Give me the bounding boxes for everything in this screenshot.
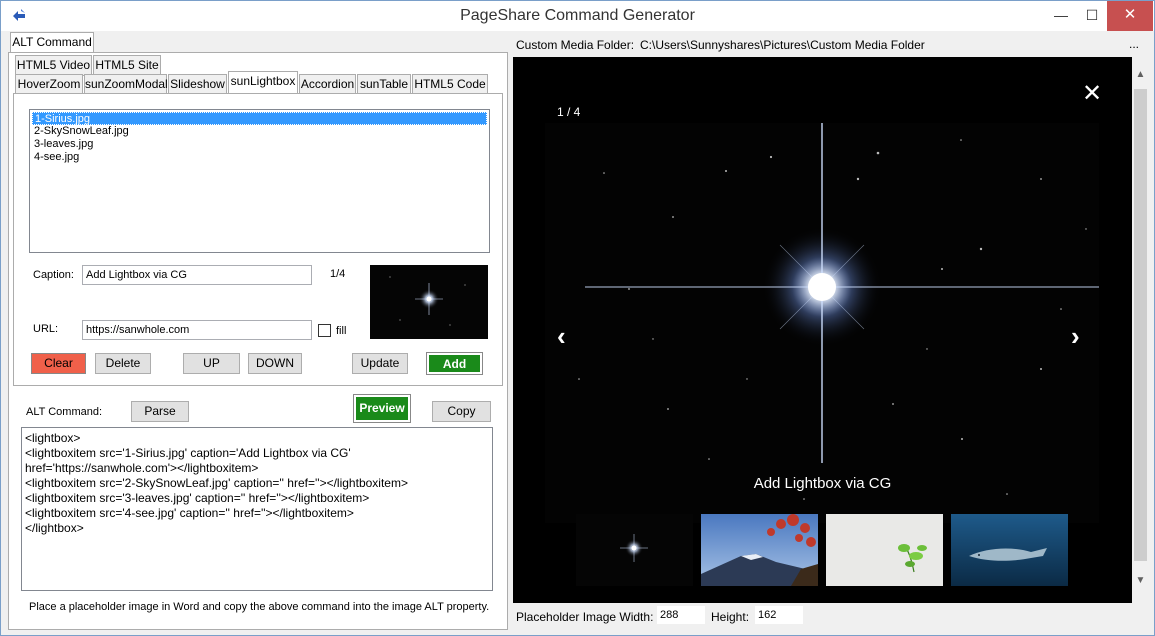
app-window: PageShare Command Generator — ☐ ✕ ALT Co… xyxy=(0,0,1155,636)
command-line: <lightboxitem src='3-leaves.jpg' caption… xyxy=(25,491,370,505)
placeholder-width-label: Placeholder Image Width: xyxy=(516,610,654,624)
command-line: <lightboxitem src='4-see.jpg' caption=''… xyxy=(25,506,354,520)
command-textarea[interactable]: <lightbox> <lightboxitem src='1-Sirius.j… xyxy=(21,427,493,591)
strip-thumbnail-1[interactable] xyxy=(576,514,693,586)
maximize-button[interactable]: ☐ xyxy=(1077,1,1107,31)
list-item[interactable]: 2-SkySnowLeaf.jpg xyxy=(32,125,487,138)
close-icon[interactable]: ✕ xyxy=(1082,79,1102,108)
caption-label: Caption: xyxy=(33,269,74,281)
lightbox-preview: 1 / 4 ✕ ‹ › Add Lightbox via CG xyxy=(513,57,1132,603)
tab-accordion[interactable]: Accordion xyxy=(299,74,356,95)
title-bar: PageShare Command Generator — ☐ ✕ xyxy=(1,1,1154,31)
scroll-thumb[interactable] xyxy=(1134,89,1147,561)
command-line: <lightboxitem src='1-Sirius.jpg' caption… xyxy=(25,446,351,460)
media-folder-label: Custom Media Folder: xyxy=(516,38,635,52)
preview-scrollbar[interactable]: ▲ ▼ xyxy=(1132,65,1149,593)
command-line: </lightbox> xyxy=(25,521,84,535)
list-item[interactable]: 1-Sirius.jpg xyxy=(32,112,487,125)
selected-image-thumbnail xyxy=(370,265,488,339)
lightbox-caption: Add Lightbox via CG xyxy=(753,475,892,492)
alt-command-label: ALT Command: xyxy=(26,406,103,418)
next-arrow-icon[interactable]: › xyxy=(1071,321,1080,352)
down-button[interactable]: DOWN xyxy=(248,353,302,374)
url-label: URL: xyxy=(33,323,59,335)
update-button[interactable]: Update xyxy=(352,353,408,374)
tab-hoverzoom[interactable]: HoverZoom xyxy=(15,74,83,95)
fill-label: fill xyxy=(336,325,347,337)
url-input[interactable]: https://sanwhole.com xyxy=(82,320,312,340)
lightbox-main-image xyxy=(545,123,1099,523)
strip-thumbnail-4[interactable] xyxy=(951,514,1068,586)
prev-arrow-icon[interactable]: ‹ xyxy=(557,321,566,352)
up-button[interactable]: UP xyxy=(183,353,240,374)
tab-sunlightbox[interactable]: sunLightbox xyxy=(228,71,298,95)
browse-folder-button[interactable]: ... xyxy=(1129,37,1139,51)
command-line: href='https://sanwhole.com'></lightboxit… xyxy=(25,461,259,475)
scroll-down-icon[interactable]: ▼ xyxy=(1132,575,1149,586)
tab-sunzoommodal[interactable]: sunZoomModal xyxy=(84,74,168,95)
tab-html5-code[interactable]: HTML5 Code xyxy=(412,74,488,95)
fill-checkbox[interactable] xyxy=(318,324,331,337)
command-hint: Place a placeholder image in Word and co… xyxy=(29,601,490,613)
command-line: <lightbox> xyxy=(25,431,81,445)
caption-input[interactable]: Add Lightbox via CG xyxy=(82,265,312,285)
tab-html5-site[interactable]: HTML5 Site xyxy=(93,55,161,76)
list-item[interactable]: 3-leaves.jpg xyxy=(32,138,487,151)
tab-slideshow[interactable]: Slideshow xyxy=(168,74,227,95)
list-item[interactable]: 4-see.jpg xyxy=(32,151,487,164)
window-title: PageShare Command Generator xyxy=(460,7,695,24)
strip-thumbnail-3[interactable] xyxy=(826,514,943,586)
slide-counter: 1 / 4 xyxy=(557,105,581,119)
close-window-button[interactable]: ✕ xyxy=(1107,1,1153,31)
scroll-up-icon[interactable]: ▲ xyxy=(1132,69,1149,80)
delete-button[interactable]: Delete xyxy=(95,353,151,374)
tab-alt-command[interactable]: ALT Command xyxy=(10,32,94,53)
clear-button[interactable]: Clear xyxy=(31,353,86,374)
media-folder-path: C:\Users\Sunnyshares\Pictures\Custom Med… xyxy=(640,38,925,52)
placeholder-width-input[interactable]: 288 xyxy=(656,605,706,625)
preview-button[interactable]: Preview xyxy=(353,394,411,423)
tab-suntable[interactable]: sunTable xyxy=(357,74,411,95)
tab-html5-video[interactable]: HTML5 Video xyxy=(15,55,92,76)
add-button[interactable]: Add xyxy=(426,352,483,375)
placeholder-height-input[interactable]: 162 xyxy=(754,605,804,625)
minimize-button[interactable]: — xyxy=(1046,1,1076,31)
copy-button[interactable]: Copy xyxy=(432,401,491,422)
parse-button[interactable]: Parse xyxy=(131,401,189,422)
strip-thumbnail-2[interactable] xyxy=(701,514,818,586)
image-index: 1/4 xyxy=(330,268,346,280)
image-listbox[interactable]: 1-Sirius.jpg 2-SkySnowLeaf.jpg 3-leaves.… xyxy=(29,109,490,253)
command-line: <lightboxitem src='2-SkySnowLeaf.jpg' ca… xyxy=(25,476,408,490)
placeholder-height-label: Height: xyxy=(711,610,750,624)
